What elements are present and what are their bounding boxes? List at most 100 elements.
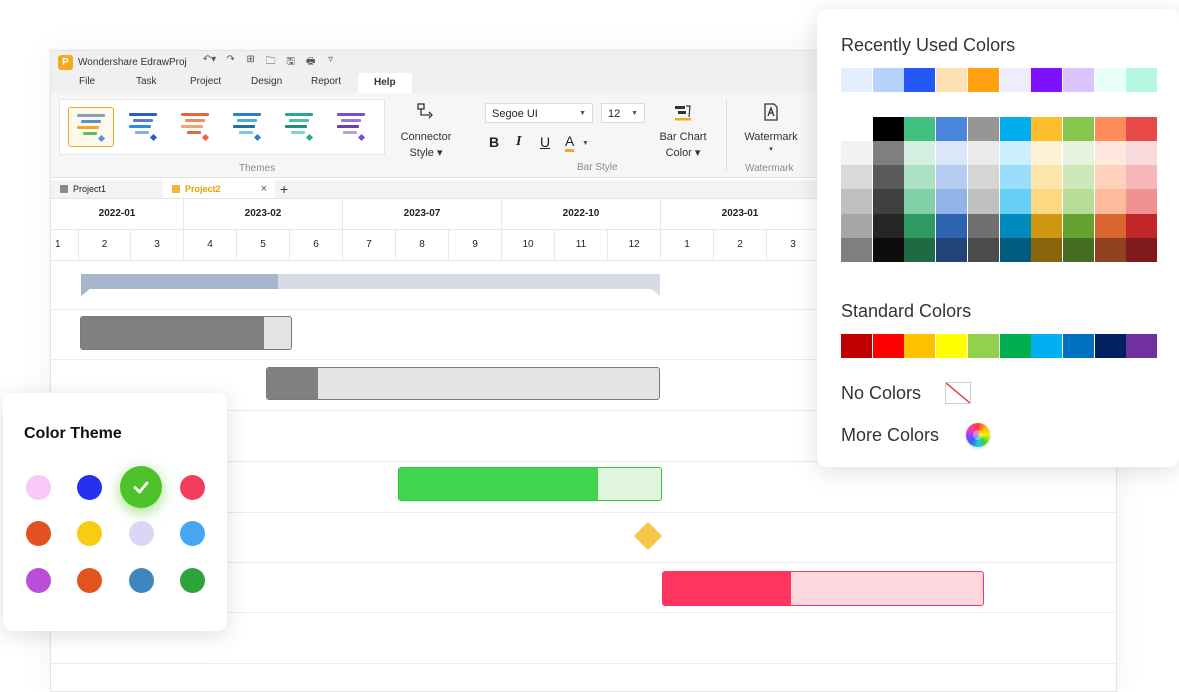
theme-option-3[interactable] [173, 107, 217, 145]
theme-color-swatch[interactable] [1094, 237, 1126, 262]
standard-color-swatch[interactable] [1126, 334, 1158, 358]
recent-color-swatch[interactable] [872, 68, 904, 92]
color-theme-dot[interactable] [128, 521, 154, 546]
standard-color-swatch[interactable] [872, 334, 904, 358]
theme-color-swatch[interactable] [1062, 117, 1094, 141]
theme-color-swatch[interactable] [1031, 165, 1063, 190]
theme-color-swatch[interactable] [841, 165, 872, 190]
standard-color-swatch[interactable] [1031, 334, 1063, 358]
standard-color-swatch[interactable] [904, 334, 936, 358]
watermark-button[interactable]: Watermark ▾ [736, 101, 806, 157]
menu-file[interactable]: File [79, 76, 95, 87]
milestone-diamond[interactable] [633, 521, 663, 551]
theme-color-swatch[interactable] [1062, 141, 1094, 166]
italic-button[interactable]: I [516, 134, 521, 150]
theme-color-swatch[interactable] [936, 117, 968, 141]
task-bar[interactable] [398, 467, 662, 501]
theme-color-swatch[interactable] [904, 213, 936, 238]
theme-color-swatch[interactable] [904, 189, 936, 214]
standard-color-swatch[interactable] [1062, 334, 1094, 358]
theme-color-swatch[interactable] [841, 237, 872, 262]
theme-color-swatch[interactable] [1031, 189, 1063, 214]
color-theme-dot[interactable] [180, 567, 205, 593]
task-bar[interactable] [266, 367, 660, 400]
color-theme-dot[interactable] [25, 567, 51, 593]
save-icon[interactable]: 🖫 [285, 54, 296, 71]
color-theme-dot[interactable] [25, 474, 51, 500]
theme-color-swatch[interactable] [1094, 141, 1126, 166]
underline-button[interactable]: U [540, 134, 550, 150]
theme-color-swatch[interactable] [1062, 237, 1094, 262]
theme-color-swatch[interactable] [1094, 213, 1126, 238]
theme-color-swatch[interactable] [967, 165, 999, 190]
undo-icon[interactable]: ↶▾ [203, 54, 216, 71]
theme-color-swatch[interactable] [872, 237, 904, 262]
theme-color-swatch[interactable] [1094, 117, 1126, 141]
theme-color-swatch[interactable] [1126, 213, 1158, 238]
theme-color-swatch[interactable] [967, 213, 999, 238]
recent-color-swatch[interactable] [936, 68, 968, 92]
theme-color-swatch[interactable] [936, 213, 968, 238]
theme-color-swatch[interactable] [967, 117, 999, 141]
task-bar[interactable] [80, 316, 292, 350]
customize-icon[interactable]: ▿ [325, 54, 336, 71]
theme-color-swatch[interactable] [936, 165, 968, 190]
theme-color-swatch[interactable] [872, 189, 904, 214]
theme-color-swatch[interactable] [1062, 189, 1094, 214]
theme-color-swatch[interactable] [999, 165, 1031, 190]
theme-color-swatch[interactable] [872, 117, 904, 141]
menu-task[interactable]: Task [136, 76, 157, 87]
theme-option-5[interactable] [277, 107, 321, 145]
theme-color-swatch[interactable] [1094, 189, 1126, 214]
theme-color-swatch[interactable] [936, 141, 968, 166]
theme-color-swatch[interactable] [936, 189, 968, 214]
color-theme-dot[interactable] [128, 567, 154, 593]
color-theme-dot[interactable] [77, 521, 102, 546]
new-icon[interactable]: ⊞ [245, 54, 256, 71]
theme-color-swatch[interactable] [904, 117, 936, 141]
print-icon[interactable]: 🖶 [305, 54, 316, 71]
summary-bar[interactable] [81, 274, 660, 296]
font-color-caret-icon[interactable]: ▼ [582, 140, 589, 147]
task-bar[interactable] [662, 571, 984, 606]
recent-color-swatch[interactable] [1094, 68, 1126, 92]
color-theme-dot[interactable] [180, 474, 205, 500]
theme-color-swatch[interactable] [999, 237, 1031, 262]
theme-color-swatch[interactable] [1126, 165, 1158, 190]
recent-color-swatch[interactable] [1031, 68, 1063, 92]
standard-color-swatch[interactable] [1094, 334, 1126, 358]
font-size-select[interactable]: 12 ▼ [601, 103, 645, 123]
theme-color-swatch[interactable] [841, 141, 872, 166]
theme-color-swatch[interactable] [1126, 189, 1158, 214]
add-tab-button[interactable]: + [280, 180, 288, 198]
theme-color-swatch[interactable] [841, 117, 872, 141]
font-name-select[interactable]: Segoe UI ▼ [485, 103, 593, 123]
color-theme-dot[interactable] [180, 521, 205, 546]
bar-chart-color-button[interactable]: Bar Chart Color ▾ [651, 101, 715, 167]
recent-color-swatch[interactable] [999, 68, 1031, 92]
theme-color-swatch[interactable] [1031, 213, 1063, 238]
standard-color-swatch[interactable] [967, 334, 999, 358]
menu-help[interactable]: Help [358, 73, 412, 93]
recent-color-swatch[interactable] [1062, 68, 1094, 92]
standard-color-swatch[interactable] [999, 334, 1031, 358]
color-theme-dot[interactable] [77, 567, 102, 593]
theme-color-swatch[interactable] [967, 189, 999, 214]
close-icon[interactable]: × [261, 180, 267, 198]
recent-color-swatch[interactable] [967, 68, 999, 92]
theme-color-swatch[interactable] [999, 213, 1031, 238]
no-color-icon[interactable] [945, 382, 971, 404]
theme-color-swatch[interactable] [1094, 165, 1126, 190]
theme-color-swatch[interactable] [1126, 117, 1158, 141]
bold-button[interactable]: B [489, 134, 499, 150]
redo-icon[interactable]: ↷ [225, 54, 236, 71]
theme-color-swatch[interactable] [904, 165, 936, 190]
theme-color-swatch[interactable] [904, 141, 936, 166]
theme-color-swatch[interactable] [1062, 165, 1094, 190]
theme-option-2[interactable] [121, 107, 165, 145]
color-theme-dot[interactable] [25, 521, 51, 546]
theme-color-swatch[interactable] [904, 237, 936, 262]
color-theme-dot-selected[interactable] [120, 466, 162, 508]
tab-project1[interactable]: Project1 [51, 180, 162, 198]
theme-color-swatch[interactable] [1126, 141, 1158, 166]
